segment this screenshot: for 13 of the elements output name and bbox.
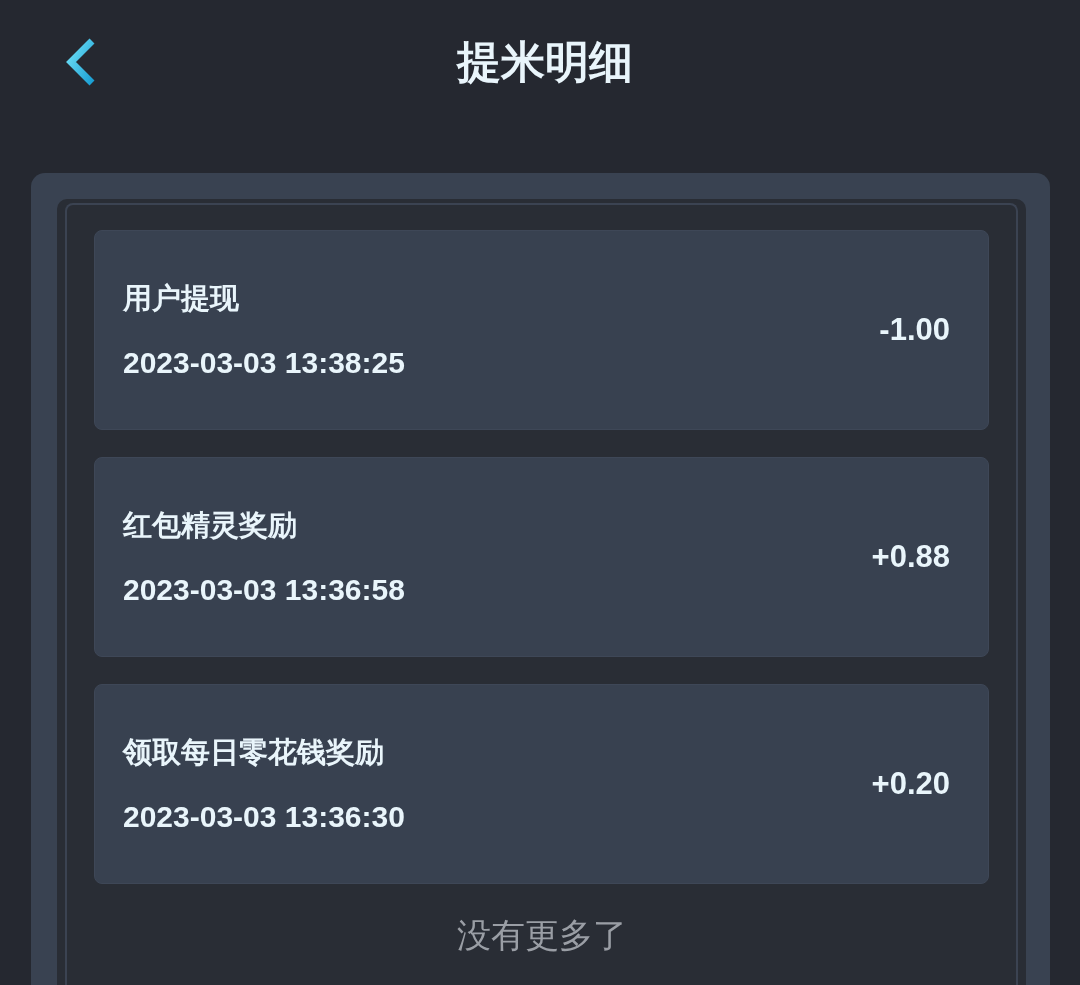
back-chevron-icon [66,38,96,86]
record-title: 用户提现 [123,280,240,316]
record-amount: -1.00 [879,312,950,348]
no-more-note: 没有更多了 [456,915,627,956]
record-title: 领取每日零花钱奖励 [123,734,385,770]
record-title: 红包精灵奖励 [123,507,298,543]
back-button[interactable] [66,38,96,86]
record-time: 2023-03-03 13:36:58 [123,571,405,608]
record-time: 2023-03-03 13:38:25 [123,344,405,381]
record-time: 2023-03-03 13:36:30 [123,798,405,835]
page-title: 提米明细 [457,36,633,88]
record-amount: +0.20 [871,766,950,802]
record-amount: +0.88 [871,539,950,575]
